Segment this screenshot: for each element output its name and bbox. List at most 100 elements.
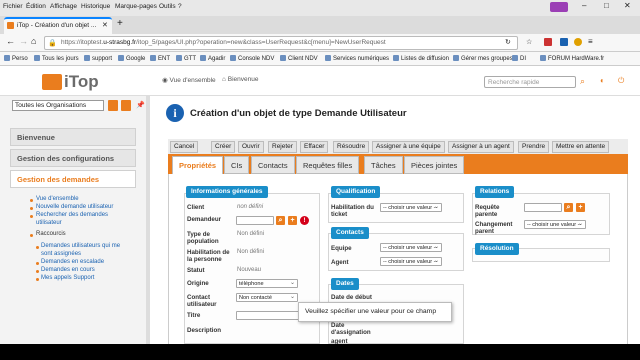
forward-icon[interactable]: → — [19, 36, 28, 46]
bookmark-item[interactable]: ENT — [150, 55, 170, 62]
nav-link-overview[interactable]: Vue d'ensemble — [36, 196, 79, 204]
menu-outils[interactable]: Outils — [159, 3, 176, 10]
back-icon[interactable]: ← — [6, 36, 15, 46]
bookmark-item[interactable]: Listes de diffusion — [393, 55, 449, 62]
reload-icon[interactable]: ↻ — [505, 38, 511, 46]
nav-link-search-requests[interactable]: Rechercher des demandes utilisateur — [36, 212, 116, 227]
bullet-icon — [36, 278, 39, 281]
reject-button[interactable]: Rejeter — [268, 141, 297, 153]
bookmark-star-icon[interactable]: ☆ — [526, 38, 532, 46]
assign-agent-button[interactable]: Assigner à un agent — [448, 141, 514, 153]
bookmark-item[interactable]: Agadir — [200, 55, 225, 62]
client-value: non défini — [237, 204, 264, 210]
bookmark-item[interactable]: GTT — [176, 55, 196, 62]
quick-search-input[interactable]: Recherche rapide — [484, 76, 576, 88]
extension-icon[interactable] — [560, 38, 568, 46]
org-search-button[interactable] — [108, 100, 118, 111]
take-button[interactable]: Prendre — [518, 141, 550, 153]
menu-edition[interactable]: Édition — [26, 3, 46, 10]
tab-close-icon[interactable]: ✕ — [102, 21, 108, 29]
menu-marque-pages[interactable]: Marque-pages — [115, 3, 157, 10]
bookmark-item[interactable]: support — [84, 55, 112, 62]
qualification-title: Qualification — [331, 186, 381, 198]
start-date-label: Date de début — [331, 294, 372, 301]
home-icon[interactable]: ⌂ — [31, 36, 36, 46]
bullet-icon — [30, 234, 33, 237]
nav-link-new-request[interactable]: Nouvelle demande utilisateur — [36, 204, 113, 212]
open-button[interactable]: Ouvrir — [238, 141, 264, 153]
requester-input[interactable] — [236, 216, 274, 225]
tab-contacts[interactable]: Contacts — [251, 156, 295, 174]
breadcrumb-welcome[interactable]: ⌂ Bienvenue — [222, 76, 258, 83]
new-tab-icon[interactable]: + — [117, 18, 123, 29]
bookmark-item[interactable]: FORUM HardWare.fr — [540, 55, 604, 62]
delete-button[interactable]: Effacer — [300, 141, 329, 153]
user-menu-icon[interactable]: ◐ — [600, 76, 605, 85]
minimize-icon[interactable]: – — [582, 1, 586, 10]
bookmark-item[interactable]: Services numériques — [325, 55, 389, 62]
shortcut-support-calls[interactable]: Mes appels Support — [41, 275, 94, 283]
requester-search-icon[interactable]: ⌕ — [276, 216, 285, 225]
resolve-button[interactable]: Résoudre — [333, 141, 370, 153]
tab-cis[interactable]: CIs — [224, 156, 250, 174]
search-icon[interactable]: ⌕ — [580, 76, 585, 87]
maximize-icon[interactable]: □ — [604, 1, 609, 10]
extension-face-icon[interactable] — [574, 38, 582, 46]
bookmark-item[interactable]: Google — [118, 55, 145, 62]
extension-shield-icon[interactable] — [544, 38, 552, 46]
browser-menubar: Fichier Édition Affichage Historique Mar… — [0, 0, 640, 16]
nav-config-management[interactable]: Gestion des configurations — [10, 149, 136, 167]
parent-request-add-icon[interactable]: + — [576, 203, 585, 212]
menu-historique[interactable]: Historique — [81, 3, 110, 10]
dates-title: Dates — [331, 278, 359, 290]
bookmark-item[interactable]: Gérer mes groupes — [453, 55, 513, 62]
bookmark-item[interactable]: Client NDV — [280, 55, 318, 62]
menu-fichier[interactable]: Fichier — [3, 3, 23, 10]
shortcuts-title: Raccourcis — [36, 231, 66, 237]
tab-properties[interactable]: Propriétés — [172, 156, 224, 174]
tab-tasks[interactable]: Tâches — [364, 156, 403, 174]
bookmark-item[interactable]: DI — [512, 55, 526, 62]
nav-welcome[interactable]: Bienvenue — [10, 128, 136, 146]
ticket-enabling-label: Habilitation du ticket — [331, 204, 374, 218]
assignment-date-label: Date d'assignation — [331, 322, 371, 336]
team-select[interactable]: -- choisir une valeur -- — [380, 243, 442, 252]
browser-tab[interactable]: iTop - Création d'un objet ... ✕ — [4, 17, 112, 34]
origin-select[interactable]: téléphone — [236, 279, 298, 288]
pin-icon[interactable]: 📌 — [136, 101, 145, 109]
shortcut-assigned-to-me[interactable]: Demandes utilisateurs qui me sont assign… — [41, 243, 127, 258]
menu-help[interactable]: ? — [178, 3, 182, 10]
shortcut-ongoing[interactable]: Demandes en cours — [41, 267, 95, 275]
population-type-value: Non défini — [237, 231, 265, 237]
shortcut-escalated[interactable]: Demandes en escalade — [41, 259, 104, 267]
url-bar[interactable]: 🔒 https://itoptest.u-strasbg.fr/itop_5/p… — [44, 36, 518, 50]
agent-select[interactable]: -- choisir une valeur -- — [380, 257, 442, 266]
bullet-icon — [36, 262, 39, 265]
tab-child-requests[interactable]: Requêtes filles — [296, 156, 360, 174]
nav-request-management[interactable]: Gestion des demandes — [10, 170, 136, 188]
bookmark-item[interactable]: Console NDV — [230, 55, 274, 62]
bookmark-item[interactable]: Tous les jours — [34, 55, 79, 62]
close-window-icon[interactable]: ✕ — [624, 1, 631, 10]
page-title: Création d'un objet de type Demande Util… — [190, 108, 407, 119]
cancel-button[interactable]: Cancel — [170, 141, 199, 153]
tab-attachments[interactable]: Pièces jointes — [404, 156, 465, 174]
logoff-icon[interactable]: ⏻ — [618, 76, 624, 86]
parent-request-search-icon[interactable]: ⌕ — [564, 203, 573, 212]
requester-add-icon[interactable]: + — [288, 216, 297, 225]
menu-affichage[interactable]: Affichage — [50, 3, 77, 10]
create-button[interactable]: Créer — [211, 141, 236, 153]
bookmark-item[interactable]: Perso — [4, 55, 28, 62]
agent-label: Agent — [331, 259, 349, 266]
parent-change-select[interactable]: -- choisir une valeur -- — [524, 220, 586, 229]
menu-icon[interactable]: ≡ — [588, 37, 593, 46]
parent-request-input[interactable] — [524, 203, 562, 212]
ticket-enabling-select[interactable]: -- choisir une valeur -- — [380, 203, 442, 212]
bullet-icon — [30, 215, 33, 218]
assign-team-button[interactable]: Assigner à une équipe — [372, 141, 445, 153]
pending-button[interactable]: Mettre en attente — [552, 141, 610, 153]
user-contact-select[interactable]: Non contacté — [236, 293, 298, 302]
breadcrumb-overview[interactable]: ◉ Vue d'ensemble — [162, 76, 216, 84]
org-refresh-button[interactable] — [121, 100, 131, 111]
org-select[interactable]: Toutes les Organisations — [12, 100, 104, 111]
